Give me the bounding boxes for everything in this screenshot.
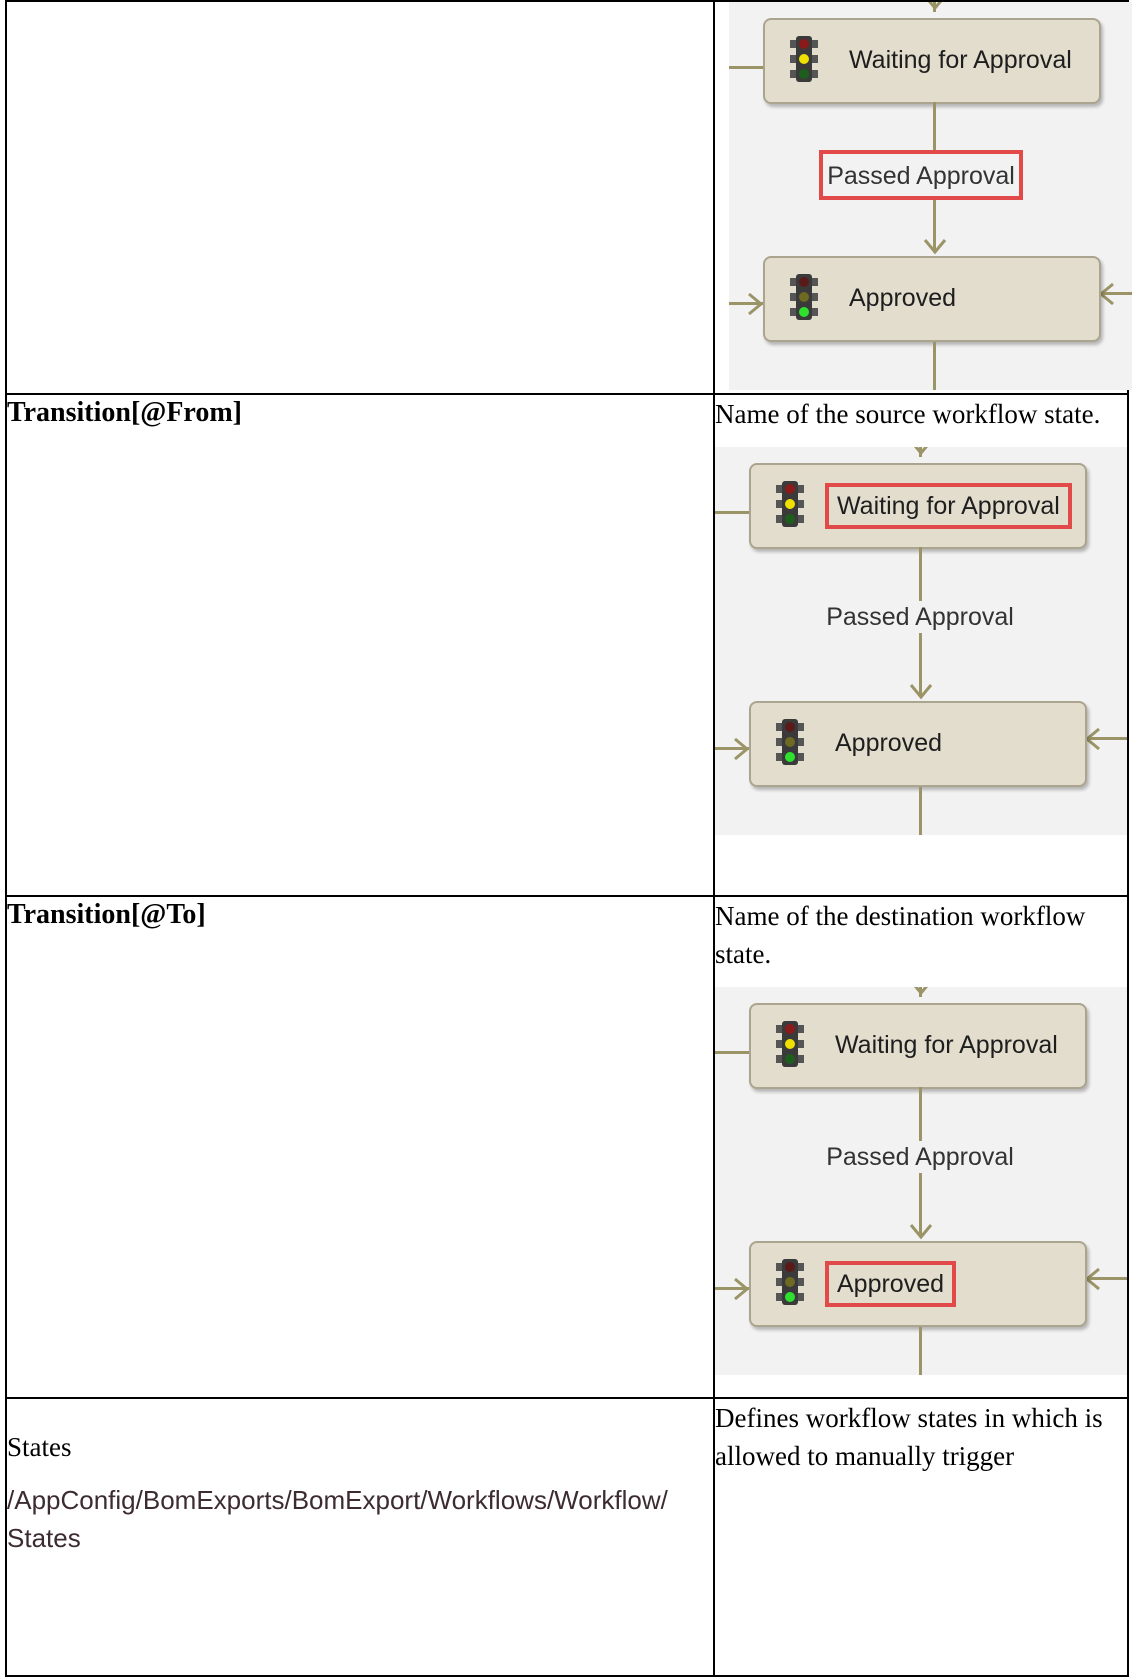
traffic-light-icon [776,1021,804,1067]
workflow-state: Approved [763,256,1101,342]
table-row: States /AppConfig/BomExports/BomExport/W… [5,1397,1129,1677]
traffic-light-icon [776,481,804,527]
arrow-down-icon [909,1224,933,1240]
workflow-state: Waiting for Approval [763,18,1101,104]
transition-label: Passed Approval [805,1141,1035,1173]
attribute-name: States [7,1432,72,1462]
traffic-light-icon [776,719,804,765]
description-cell: Name of the destination workflow state. … [713,895,1129,1399]
description-cell: Defines workflow states in which is allo… [713,1397,1129,1677]
table-row: Transition[@From] Name of the source wor… [5,393,1129,897]
attribute-description: Name of the destination workflow state. [715,901,1086,969]
state-label: Waiting for Approval [835,1031,1058,1059]
workflow-diagram: Waiting for Approval Passed Approval App… [715,447,1127,835]
transition-label: Passed Approval [819,150,1023,200]
attribute-table: Waiting for Approval Passed Approval App… [5,0,1132,1677]
arrow-down-icon [923,239,947,255]
arrow-down-icon [928,2,942,11]
term-cell [5,0,715,395]
description-cell: Waiting for Approval Passed Approval App… [713,0,1132,395]
workflow-state: Waiting for Approval [749,1003,1087,1089]
traffic-light-icon [790,274,818,320]
attribute-description: Name of the source workflow state. [715,399,1101,429]
workflow-diagram: Waiting for Approval Passed Approval App… [715,987,1127,1375]
workflow-diagram: Waiting for Approval Passed Approval App… [729,2,1132,390]
workflow-state: Approved [749,701,1087,787]
workflow-state: Waiting for Approval [749,463,1087,549]
table-row: Waiting for Approval Passed Approval App… [5,0,1132,395]
traffic-light-icon [776,1259,804,1305]
term-cell: States /AppConfig/BomExports/BomExport/W… [5,1397,715,1677]
state-label: Waiting for Approval [825,483,1072,529]
arrow-down-icon [914,987,928,996]
transition-label: Passed Approval [805,601,1035,633]
attribute-name: Transition[@From] [7,397,242,428]
state-label: Approved [835,729,943,757]
xpath-link[interactable]: /AppConfig/BomExports/BomExport/Workflow… [7,1481,677,1557]
traffic-light-icon [790,36,818,82]
state-label: Approved [849,284,957,312]
workflow-state: Approved [749,1241,1087,1327]
table-row: Transition[@To] Name of the destination … [5,895,1129,1399]
state-label: Approved [825,1261,957,1307]
term-cell: Transition[@From] [5,393,715,897]
attribute-name: Transition[@To] [7,899,206,930]
attribute-description: Defines workflow states in which is allo… [715,1403,1103,1471]
state-label: Waiting for Approval [849,46,1072,74]
term-cell: Transition[@To] [5,895,715,1399]
description-cell: Name of the source workflow state. Waiti… [713,393,1129,897]
arrow-down-icon [914,447,928,456]
arrow-down-icon [909,684,933,700]
